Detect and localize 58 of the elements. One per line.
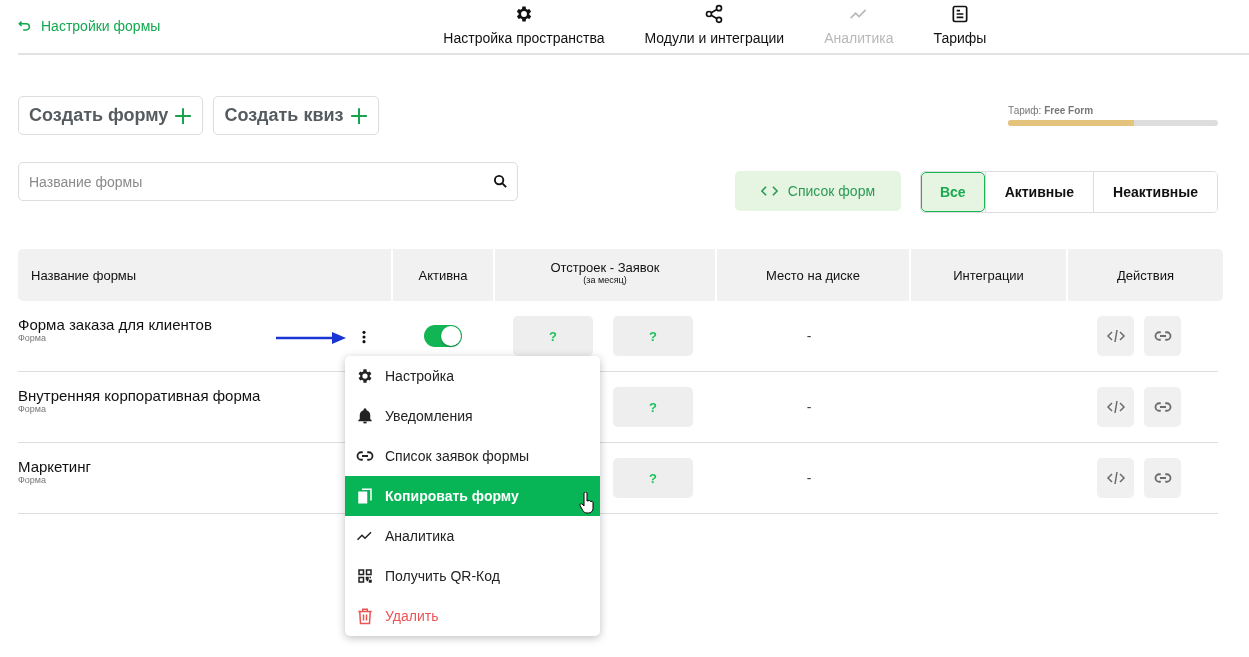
plus-icon — [349, 106, 368, 125]
search-field[interactable]: Название формы — [18, 162, 518, 201]
code-icon — [1105, 327, 1126, 345]
code-icon — [1105, 398, 1126, 416]
nav-tab[interactable]: Модули и интеграции — [644, 0, 785, 46]
code-icon — [1105, 469, 1126, 487]
create-button[interactable]: Создать форму — [18, 96, 204, 135]
column-header: Место на диске — [717, 249, 909, 301]
stat-value: ? — [513, 316, 593, 356]
form-name: Маркетинг — [18, 457, 91, 475]
nav-tab[interactable]: Тарифы — [933, 0, 987, 46]
hand-cursor-icon — [579, 492, 595, 514]
column-header-label: Отстроек - Заявок — [550, 259, 660, 275]
menu-item[interactable]: Удалить — [345, 596, 600, 636]
more-options-icon[interactable] — [361, 330, 367, 344]
menu-item[interactable]: Получить QR-Код — [345, 556, 600, 596]
menu-item[interactable]: Настройка — [345, 356, 600, 396]
form-type: Форма — [18, 403, 47, 414]
menu-item[interactable]: Уведомления — [345, 396, 600, 436]
pointer-arrow — [276, 332, 346, 344]
embed-code-button[interactable] — [1097, 458, 1134, 498]
disk-usage: - — [806, 328, 812, 344]
form-type: Форма — [18, 332, 47, 343]
column-header: Интеграции — [911, 249, 1066, 301]
embed-code-button[interactable] — [1097, 316, 1134, 356]
disk-usage: - — [806, 399, 812, 415]
filter-tab[interactable]: Неактивные — [1093, 172, 1217, 212]
menu-item[interactable]: Список заявок формы — [345, 436, 600, 476]
disk-usage: - — [806, 470, 812, 486]
stat-value: ? — [613, 316, 693, 356]
form-name: Форма заказа для клиентов — [18, 315, 212, 333]
trash-icon — [356, 607, 374, 625]
plus-icon — [174, 106, 193, 125]
plan-label: Тариф: Free Form — [1008, 105, 1095, 116]
column-header: Действия — [1068, 249, 1223, 301]
stat-value: ? — [613, 387, 693, 427]
column-header-note: (за месяц) — [583, 274, 627, 285]
gear-icon — [356, 367, 374, 385]
active-toggle[interactable] — [424, 325, 462, 347]
column-header: Активна — [393, 249, 493, 301]
menu-item[interactable]: Аналитика — [345, 516, 600, 556]
qr-code-icon — [356, 567, 374, 585]
bell-icon — [356, 407, 374, 425]
form-name: Внутренняя корпоративная форма — [18, 386, 261, 404]
search-icon — [493, 174, 508, 189]
code-icon — [760, 185, 778, 197]
form-type: Форма — [18, 474, 47, 485]
copy-link-button[interactable] — [1144, 387, 1181, 427]
create-button[interactable]: Создать квиз — [213, 96, 379, 135]
column-header: Название формы — [18, 249, 391, 301]
copy-link-button[interactable] — [1144, 458, 1181, 498]
copy-link-button[interactable] — [1144, 316, 1181, 356]
share-icon — [704, 4, 725, 24]
stat-value: ? — [613, 458, 693, 498]
copy-icon — [356, 487, 374, 505]
back-arrow-icon — [18, 19, 32, 33]
embed-code-button[interactable] — [1097, 387, 1134, 427]
nav-tab[interactable]: Настройка пространства — [443, 0, 605, 46]
